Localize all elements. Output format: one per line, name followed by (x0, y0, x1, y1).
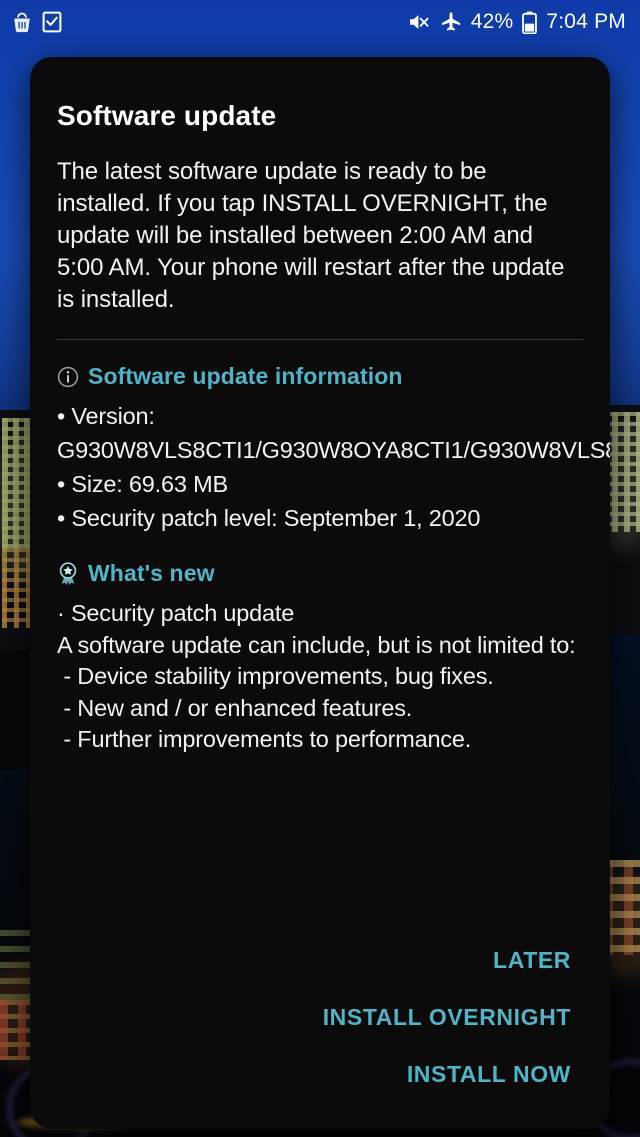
task-checkbox-icon (42, 11, 62, 33)
install-overnight-button[interactable]: INSTALL OVERNIGHT (305, 989, 583, 1046)
section-heading-label: Software update information (88, 363, 403, 389)
whats-new-body-text: · Security patch update A software updat… (57, 600, 576, 752)
info-circle-icon (57, 366, 79, 388)
dialog-body-text: The latest software update is ready to b… (57, 158, 565, 313)
battery-icon (522, 11, 538, 34)
airplane-mode-icon (440, 11, 462, 33)
status-bar-left-icons (12, 11, 62, 33)
award-badge-icon (57, 561, 79, 586)
info-item-security-patch-level: • Security patch level: September 1, 202… (57, 505, 481, 531)
phone-screen: 42% 7:04 PM Software update The latest s… (0, 0, 640, 1137)
software-update-dialog: Software update The latest software upda… (30, 57, 610, 1129)
battery-percent-label: 42% (470, 10, 514, 33)
info-item-size: • Size: 69.63 MB (57, 471, 228, 497)
basket-icon (12, 11, 32, 33)
whats-new-header: What's new (57, 535, 583, 587)
later-button[interactable]: LATER (475, 932, 583, 989)
status-bar: 42% 7:04 PM (0, 0, 640, 44)
mute-icon (407, 11, 431, 33)
info-item-version: • Version: G930W8VLS8CTI1/G930W8OYA8CTI1… (57, 403, 610, 463)
status-bar-right-icons: 42% 7:04 PM (407, 10, 626, 34)
software-update-information-list: • Version: G930W8VLS8CTI1/G930W8OYA8CTI1… (57, 390, 610, 535)
software-update-information-header: Software update information (57, 340, 583, 390)
section-heading-label: What's new (88, 560, 215, 586)
dialog-action-buttons: LATER INSTALL OVERNIGHT INSTALL NOW (305, 932, 583, 1103)
dialog-title: Software update (57, 100, 277, 131)
install-now-button[interactable]: INSTALL NOW (389, 1046, 583, 1103)
clock-label: 7:04 PM (546, 10, 626, 33)
